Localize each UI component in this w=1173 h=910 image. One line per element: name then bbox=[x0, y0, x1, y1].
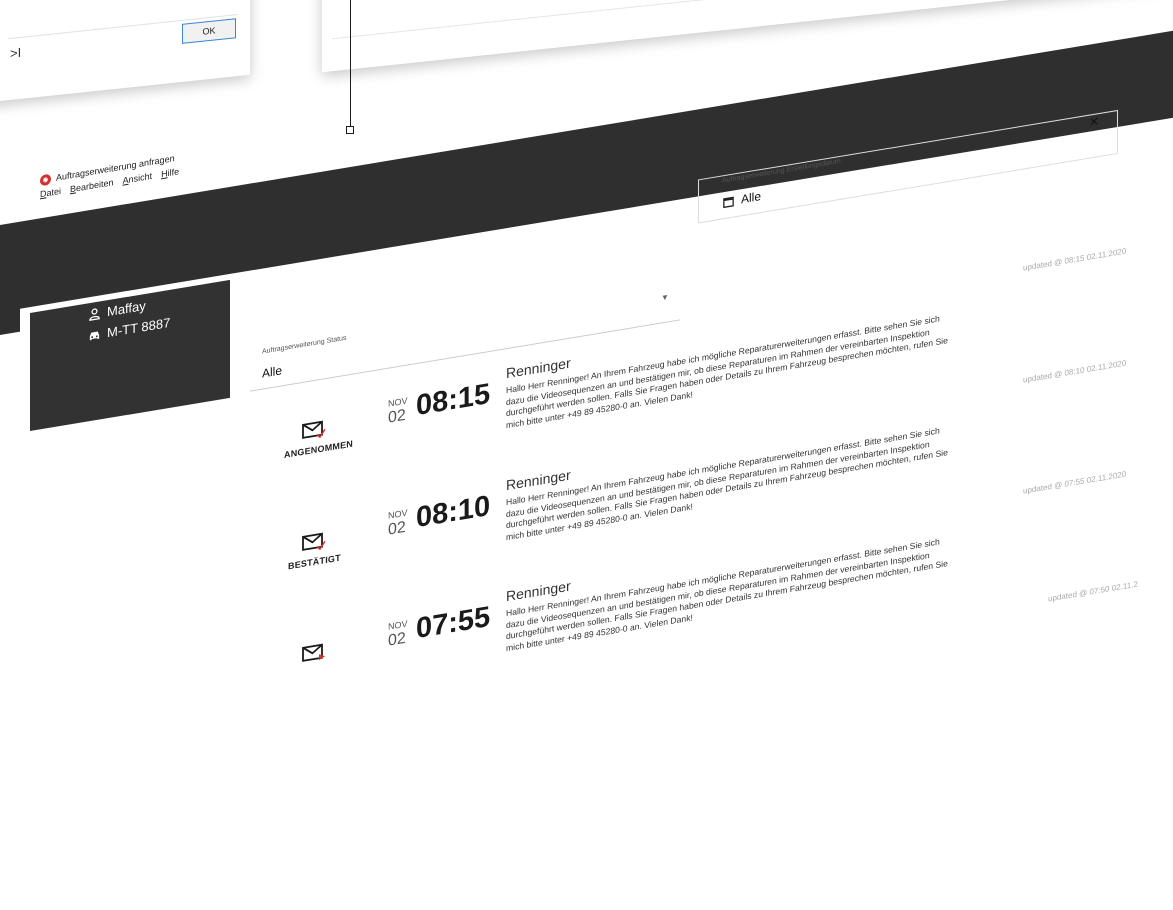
envelope-send-icon bbox=[302, 643, 325, 662]
date-day: 02 bbox=[388, 406, 406, 427]
caret-down-icon[interactable]: ▼ bbox=[661, 292, 669, 302]
envelope-check-icon bbox=[302, 532, 326, 551]
calendar-icon bbox=[723, 196, 734, 208]
date-day: 02 bbox=[388, 518, 406, 539]
status-badge: ANGENOMMEN bbox=[284, 438, 353, 460]
person-icon bbox=[89, 308, 100, 321]
date-day: 02 bbox=[388, 629, 406, 650]
message-time: 08:10 bbox=[416, 489, 491, 535]
app-logo-icon: ◉ bbox=[40, 173, 51, 186]
envelope-check-icon bbox=[302, 420, 326, 439]
message-time: 08:15 bbox=[416, 377, 491, 423]
app-window: ◉ Auftragserweiterung anfragen Datei Bea… bbox=[0, 0, 1173, 729]
menu-datei[interactable]: Datei bbox=[40, 186, 61, 203]
menu-hilfe[interactable]: Hilfe bbox=[161, 166, 179, 183]
car-icon bbox=[89, 331, 100, 341]
message-time: 07:55 bbox=[416, 600, 491, 646]
